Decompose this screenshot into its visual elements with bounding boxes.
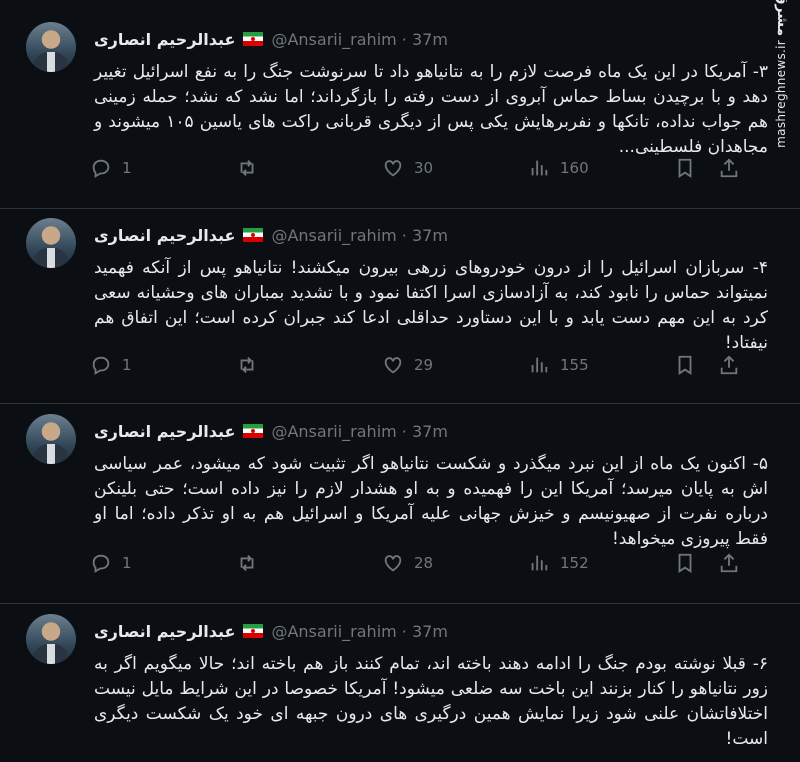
views-count: 155 [560, 356, 589, 374]
like-button[interactable]: 30 [382, 157, 433, 179]
reply-icon [92, 554, 110, 573]
share-icon [720, 158, 738, 178]
share-button[interactable] [718, 157, 740, 179]
iran-flag-icon [243, 32, 264, 46]
heart-icon [384, 357, 402, 374]
views-icon [531, 357, 548, 373]
tweet-text: ۶- قبلا نوشته بودم جنگ را ادامه دهند باخ… [94, 654, 768, 749]
bookmark-icon [678, 158, 692, 178]
author-handle[interactable]: @Ansarii_rahim · 37m [271, 226, 447, 245]
author-name[interactable]: عبدالرحیم انصاری [94, 422, 235, 441]
tweet-header: عبدالرحیم انصاری @Ansarii_rahim · 37m [94, 26, 448, 52]
retweet-icon [240, 357, 254, 373]
avatar[interactable] [26, 614, 76, 664]
tweet[interactable]: عبدالرحیم انصاری @Ansarii_rahim · 37m ۵-… [0, 406, 800, 606]
tweet-header: عبدالرحیم انصاری @Ansarii_rahim · 37m [94, 418, 448, 444]
like-count: 28 [414, 554, 434, 572]
like-count: 29 [414, 356, 434, 374]
bookmark-icon [678, 553, 692, 573]
retweet-icon [240, 555, 254, 571]
like-count: 30 [414, 159, 434, 177]
share-button[interactable] [718, 552, 740, 574]
reply-count: 1 [122, 356, 132, 374]
reply-button[interactable]: 1 [90, 552, 132, 574]
tweet[interactable]: عبدالرحیم انصاری @Ansarii_rahim · 37m ۳-… [0, 14, 800, 214]
avatar[interactable] [26, 218, 76, 268]
reply-button[interactable]: 1 [90, 157, 132, 179]
reply-button[interactable]: 1 [90, 354, 132, 376]
share-icon [720, 553, 738, 573]
divider [0, 603, 800, 604]
tweet-header: عبدالرحیم انصاری @Ansarii_rahim · 37m [94, 618, 448, 644]
views-count: 152 [560, 554, 589, 572]
share-button[interactable] [718, 354, 740, 376]
reply-icon [92, 356, 110, 375]
author-name[interactable]: عبدالرحیم انصاری [94, 30, 235, 49]
retweet-icon [240, 160, 254, 176]
iran-flag-icon [243, 228, 264, 242]
author-name[interactable]: عبدالرحیم انصاری [94, 622, 235, 641]
bookmark-icon [678, 355, 692, 375]
retweet-button[interactable] [236, 354, 258, 376]
heart-icon [384, 555, 402, 572]
views-icon [531, 160, 548, 176]
reply-icon [92, 159, 110, 178]
views-count: 160 [560, 159, 589, 177]
like-button[interactable]: 28 [382, 552, 433, 574]
reply-count: 1 [122, 159, 132, 177]
heart-icon [384, 160, 402, 177]
reply-count: 1 [122, 554, 132, 572]
author-handle[interactable]: @Ansarii_rahim · 37m [271, 622, 447, 641]
views-button[interactable]: 152 [528, 552, 589, 574]
tweet-text: ۳- آمریکا در این یک ماه فرصت لازم را به … [94, 62, 768, 157]
divider [0, 208, 800, 209]
author-name[interactable]: عبدالرحیم انصاری [94, 226, 235, 245]
share-icon [720, 355, 738, 375]
author-handle[interactable]: @Ansarii_rahim · 37m [271, 30, 447, 49]
like-button[interactable]: 29 [382, 354, 433, 376]
views-icon [531, 555, 548, 571]
iran-flag-icon [243, 424, 264, 438]
tweet-text: ۴- سربازان اسرائیل را از درون خودروهای ز… [94, 258, 768, 353]
author-handle[interactable]: @Ansarii_rahim · 37m [271, 422, 447, 441]
bookmark-button[interactable] [674, 552, 696, 574]
retweet-button[interactable] [236, 157, 258, 179]
views-button[interactable]: 160 [528, 157, 589, 179]
avatar[interactable] [26, 22, 76, 72]
bookmark-button[interactable] [674, 157, 696, 179]
tweet[interactable]: عبدالرحیم انصاری @Ansarii_rahim · 37m ۶-… [0, 606, 800, 762]
tweet[interactable]: عبدالرحیم انصاری @Ansarii_rahim · 37m ۴-… [0, 210, 800, 410]
tweet-header: عبدالرحیم انصاری @Ansarii_rahim · 37m [94, 222, 448, 248]
tweet-text: ۵- اکنون یک ماه از این نبرد میگذرد و شکس… [94, 454, 768, 549]
retweet-button[interactable] [236, 552, 258, 574]
views-button[interactable]: 155 [528, 354, 589, 376]
avatar[interactable] [26, 414, 76, 464]
iran-flag-icon [243, 624, 264, 638]
bookmark-button[interactable] [674, 354, 696, 376]
divider [0, 403, 800, 404]
